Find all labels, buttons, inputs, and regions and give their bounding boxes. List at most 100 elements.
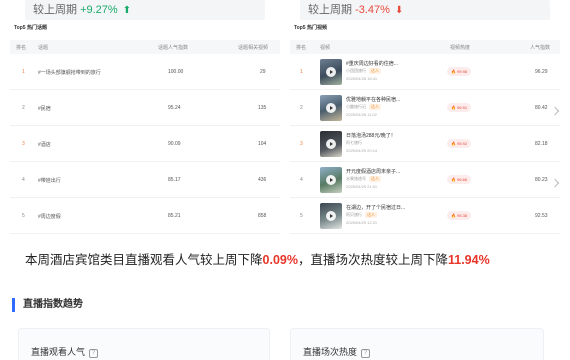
video-thumbnail[interactable] [320, 203, 342, 229]
table-row[interactable]: 1 #一场头部旗舰抢带到的旅行 100.00 29 [10, 54, 280, 90]
table-row[interactable]: 1 #重庆周边好看的住宿... 小团团旅行 达人 2025/04/28 18:41… [290, 54, 560, 90]
rank: 5 [300, 213, 303, 219]
table-row[interactable]: 3 日落泡汤288元/晚了！ 阿七旅行 2025/04/29 20:14 🔥 9… [290, 126, 560, 162]
metric-card-viewers[interactable]: 直播观看人气? [18, 328, 270, 360]
play-icon[interactable] [326, 211, 336, 221]
video-thumbnail[interactable] [320, 131, 342, 157]
summary-value1: 0.09% [262, 253, 298, 267]
metric-card-heat[interactable]: 直播场次热度? [290, 328, 544, 360]
table-row[interactable]: 2 优雅地躺平在各种民宿... 小趣旅行记 达人 2025/04/28 11:02… [290, 90, 560, 126]
heat-badge: 🔥 96.66 [447, 175, 472, 184]
popularity-value: 82.18 [535, 141, 548, 147]
header-topic: 话题 [38, 45, 49, 51]
video-title[interactable]: #重庆周边好看的住宿... [346, 60, 398, 67]
video-date: 2025/04/29 12:21 [346, 220, 378, 225]
heat-badge: 🔥 99.98 [447, 67, 472, 76]
metric-label: 直播观看人气? [31, 345, 99, 358]
rank: 4 [300, 177, 303, 183]
popularity-value: 80.23 [535, 177, 548, 183]
heat-value: 95.92 [457, 141, 468, 146]
table-row[interactable]: 5 #周边度假 85.21 858 [10, 198, 280, 234]
author-tag: 达人 [369, 68, 381, 74]
play-icon[interactable] [326, 67, 336, 77]
video-author-line: 水果旅途号 达人 [346, 176, 381, 182]
video-date: 2025/04/29 21:01 [346, 184, 378, 189]
topic-name[interactable]: #民宿 [38, 105, 51, 112]
right-compare-card: 较上周期 -3.47% ⬇ [300, 0, 550, 20]
header-rank: 排名 [296, 45, 307, 51]
table-row[interactable]: 4 #带娃出行 85.17 436 [10, 162, 280, 198]
table-row[interactable]: 4 开元度假酒店周末亲子... 水果旅途号 达人 2025/04/29 21:01… [290, 162, 560, 198]
help-icon[interactable]: ? [361, 349, 371, 358]
topic-index: 95.24 [168, 105, 181, 111]
video-author-line: 阿贝旅行 达人 [346, 212, 377, 218]
header-videos: 话题相关视频 [238, 45, 269, 51]
rank: 3 [300, 141, 303, 147]
topic-videos: 135 [258, 105, 267, 111]
video-title[interactable]: 优雅地躺平在各种民宿... [346, 96, 400, 103]
table-row[interactable]: 2 #民宿 95.24 135 [10, 90, 280, 126]
table-row[interactable]: 3 #酒店 90.09 104 [10, 126, 280, 162]
author-tag: 达人 [369, 176, 381, 182]
summary-part2: ，直播场次热度较上周下降 [297, 253, 448, 267]
rank: 1 [22, 69, 25, 75]
rank: 5 [22, 213, 25, 219]
header-heat: 视频热度 [450, 45, 471, 51]
topic-videos: 29 [260, 69, 266, 75]
video-thumbnail[interactable] [320, 95, 342, 121]
heat-value: 95.38 [457, 213, 468, 218]
video-author: 阿贝旅行 [346, 212, 362, 217]
heat-value: 99.98 [457, 69, 468, 74]
video-title[interactable]: 开元度假酒店周末亲子... [346, 168, 400, 175]
help-icon[interactable]: ? [89, 349, 99, 358]
metric-label-text: 直播观看人气 [31, 347, 86, 357]
video-author: 小团团旅行 [346, 68, 366, 73]
comparison-strip: 较上周期 +9.27% ⬆ 较上周期 -3.47% ⬇ [0, 0, 570, 22]
rank: 3 [22, 141, 25, 147]
topic-name[interactable]: #酒店 [38, 141, 51, 148]
heat-badge: 🔥 95.38 [447, 211, 472, 220]
top5-videos-panel: Top5 热门视频 排名 视频 视频热度 人气指数 1 #重庆周边好看的住宿..… [290, 24, 560, 234]
header-index: 话题人气指数 [158, 45, 189, 51]
video-thumbnail[interactable] [320, 167, 342, 193]
heat-value: 96.91 [457, 105, 468, 110]
video-author: 阿七旅行 [346, 140, 362, 145]
rank: 4 [22, 177, 25, 183]
panel-title: Top5 热门视频 [294, 25, 327, 31]
video-title[interactable]: 日落泡汤288元/晚了！ [346, 132, 396, 139]
heat-badge: 🔥 95.92 [447, 139, 472, 148]
video-thumbnail[interactable] [320, 59, 342, 85]
video-date: 2025/04/28 11:02 [346, 112, 377, 117]
topic-videos: 104 [258, 141, 267, 147]
popularity-value: 80.42 [535, 105, 548, 111]
video-author-line: 小团团旅行 达人 [346, 68, 381, 74]
section-title: 直播指数趋势 [12, 298, 83, 312]
summary-text: 本周酒店宾馆类目直播观看人气较上周下降0.09%，直播场次热度较上周下降11.9… [25, 252, 550, 268]
video-date: 2025/04/29 20:14 [346, 148, 378, 153]
table-row[interactable]: 5 在湖边，开了个民宿过日... 阿贝旅行 达人 2025/04/29 12:21… [290, 198, 560, 234]
metric-label-text: 直播场次热度 [303, 347, 358, 357]
topic-name[interactable]: #带娃出行 [38, 177, 61, 184]
topic-index: 85.17 [168, 177, 181, 183]
play-icon[interactable] [326, 175, 336, 185]
heat-badge: 🔥 96.91 [447, 103, 472, 112]
rank: 2 [22, 105, 25, 111]
left-compare-card: 较上周期 +9.27% ⬆ [25, 0, 265, 20]
rank: 2 [300, 105, 303, 111]
metric-label: 直播场次热度? [303, 345, 371, 358]
play-icon[interactable] [326, 103, 336, 113]
panel-title: Top5 热门话题 [14, 25, 47, 31]
video-author: 小趣旅行记 [346, 104, 366, 109]
compare-value-down: -3.47% [355, 4, 390, 16]
play-icon[interactable] [326, 139, 336, 149]
table-header: 排名 话题 话题人气指数 话题相关视频 [10, 40, 280, 54]
top5-topics-panel: Top5 热门话题 排名 话题 话题人气指数 话题相关视频 1 #一场头部旗舰抢… [10, 24, 280, 234]
table-header: 排名 视频 视频热度 人气指数 [290, 40, 560, 54]
topic-index: 85.21 [168, 213, 181, 219]
popularity-value: 92.53 [535, 213, 548, 219]
topic-index: 90.09 [168, 141, 181, 147]
arrow-up-icon: ⬆ [122, 5, 132, 16]
topic-name[interactable]: #周边度假 [38, 213, 61, 220]
topic-name[interactable]: #一场头部旗舰抢带到的旅行 [38, 69, 101, 76]
video-title[interactable]: 在湖边，开了个民宿过日... [346, 204, 405, 211]
